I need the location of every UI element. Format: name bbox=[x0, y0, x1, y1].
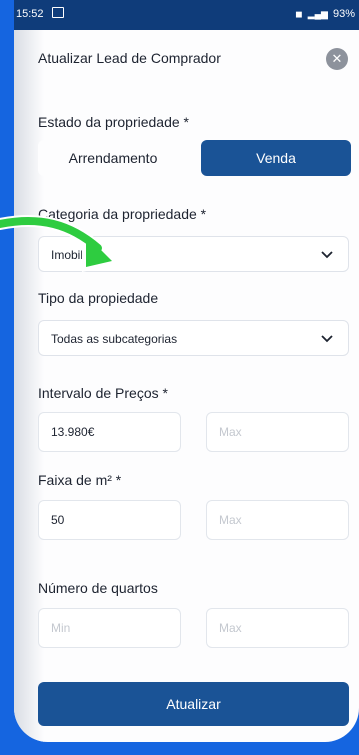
close-icon: ✕ bbox=[331, 51, 343, 66]
status-icons: ◼ ▂▄▆ 93% bbox=[295, 8, 355, 20]
status-time: 15:52 bbox=[16, 8, 44, 20]
option-venda[interactable]: Venda bbox=[201, 140, 351, 176]
phone-screen: 15:52 ◼ ▂▄▆ 93% Atualizar Lead de Compra… bbox=[14, 0, 359, 742]
property-type-label: Tipo da propiedade bbox=[38, 290, 159, 306]
property-state-label: Estado da propriedade * bbox=[38, 114, 189, 130]
property-category-select[interactable]: Imobiliaire bbox=[38, 236, 349, 272]
mute-icon: ◼ bbox=[295, 8, 303, 19]
update-button[interactable]: Atualizar bbox=[38, 682, 349, 726]
price-max-input[interactable]: Max bbox=[206, 412, 349, 452]
chevron-down-icon bbox=[321, 251, 333, 259]
close-button[interactable]: ✕ bbox=[326, 48, 348, 70]
area-min-input[interactable]: 50 bbox=[38, 500, 181, 540]
page-title: Atualizar Lead de Comprador bbox=[38, 50, 221, 66]
battery-text: 93% bbox=[332, 8, 355, 20]
option-arrendamento[interactable]: Arrendamento bbox=[38, 140, 188, 176]
signal-icon: ▂▄▆ bbox=[307, 8, 328, 19]
chevron-down-icon bbox=[321, 335, 333, 343]
property-type-select[interactable]: Todas as subcategorias bbox=[38, 320, 349, 356]
property-category-value: Imobiliaire bbox=[51, 248, 106, 262]
property-category-label: Categoria da propriedade * bbox=[38, 206, 207, 222]
status-bar: 15:52 ◼ ▂▄▆ 93% bbox=[14, 0, 359, 30]
price-min-input[interactable]: 13.980€ bbox=[38, 412, 181, 452]
area-range-label: Faixa de m² * bbox=[38, 472, 122, 488]
gallery-icon bbox=[52, 7, 64, 18]
rooms-label: Número de quartos bbox=[38, 580, 158, 596]
area-max-input[interactable]: Max bbox=[206, 500, 349, 540]
property-type-value: Todas as subcategorias bbox=[51, 332, 178, 346]
rooms-max-input[interactable]: Max bbox=[206, 608, 349, 648]
price-range-label: Intervalo de Preços * bbox=[38, 385, 168, 401]
rooms-min-input[interactable]: Min bbox=[38, 608, 181, 648]
